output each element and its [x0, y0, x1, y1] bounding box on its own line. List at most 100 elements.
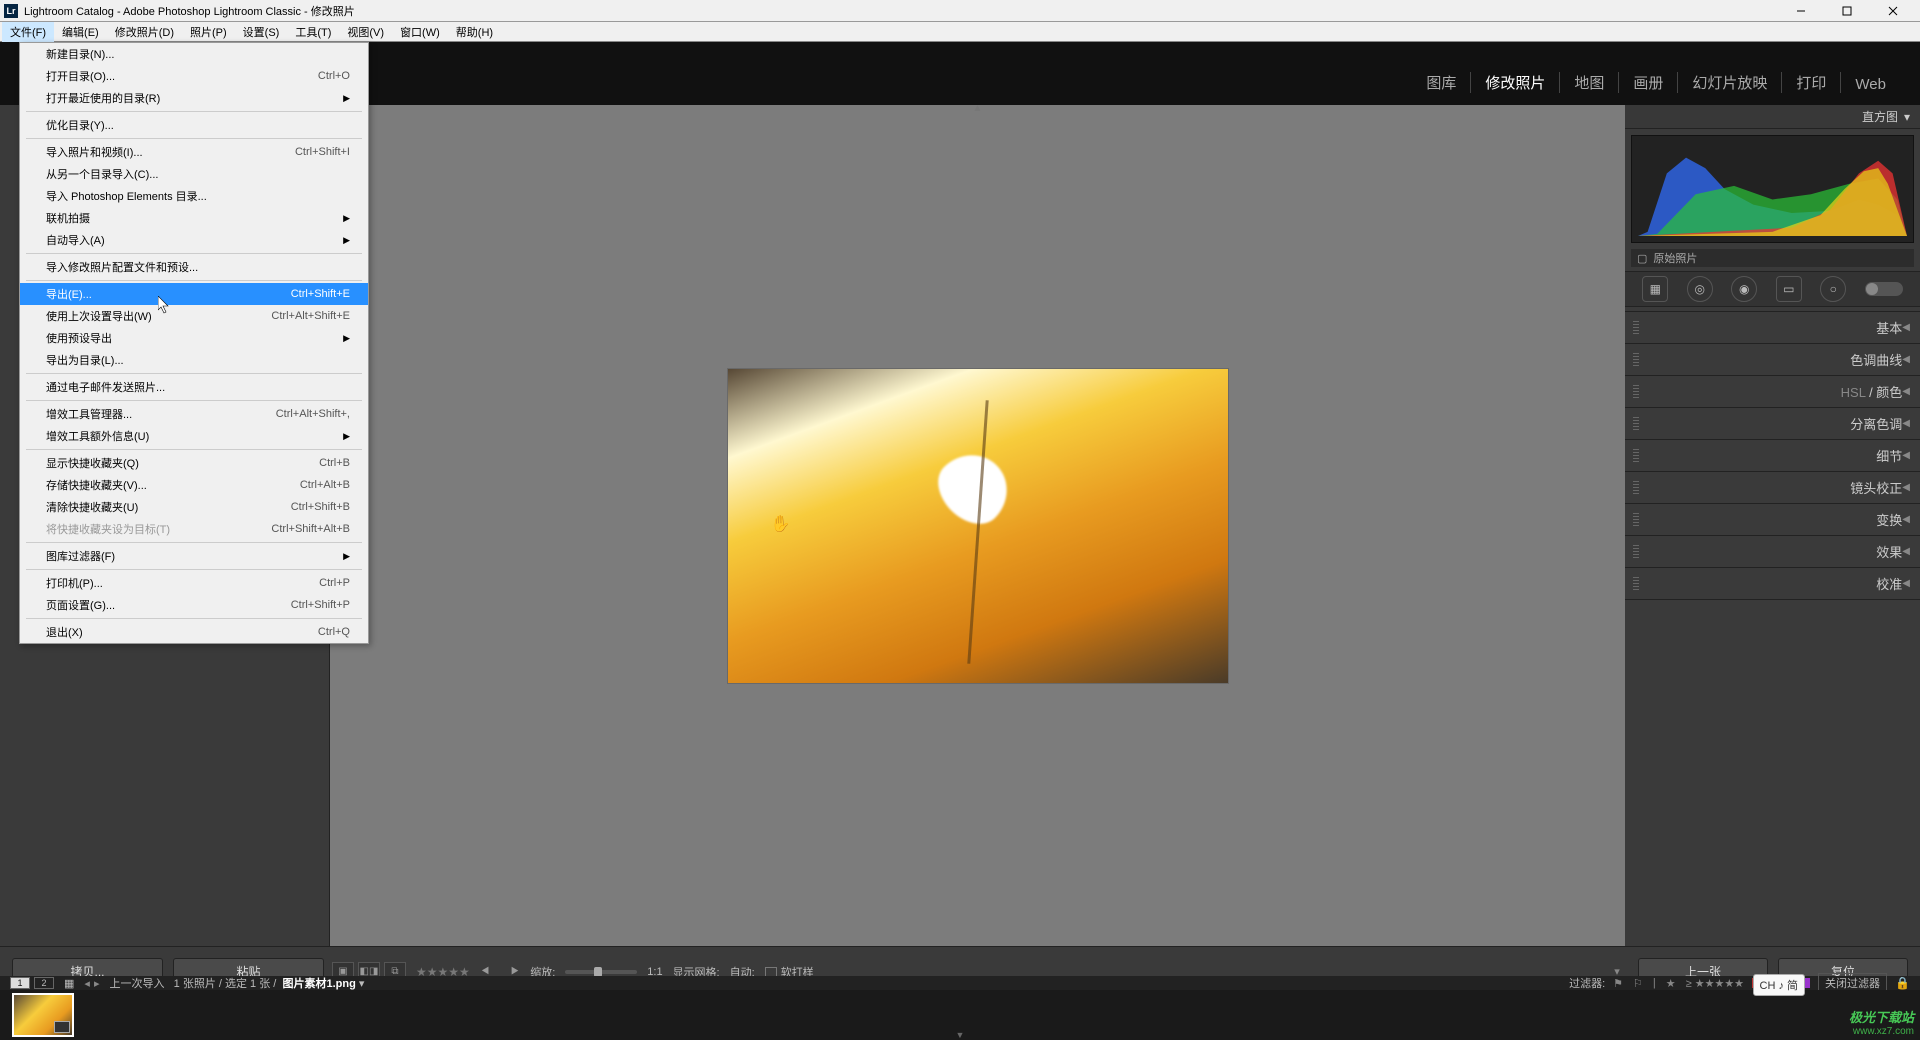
radial-tool-icon[interactable]: ○: [1820, 276, 1846, 302]
lock-icon[interactable]: 🔒: [1895, 976, 1910, 990]
file-menu-item[interactable]: 打印机(P)...Ctrl+P: [20, 572, 368, 594]
window-title: Lightroom Catalog - Adobe Photoshop Ligh…: [24, 3, 1778, 19]
menu-照片(P)[interactable]: 照片(P): [182, 22, 235, 42]
filmstrip[interactable]: ▼: [0, 990, 1920, 1040]
app-icon: Lr: [4, 4, 18, 18]
forward-arrow-icon[interactable]: ▸: [94, 977, 100, 990]
minimize-button[interactable]: [1778, 0, 1824, 22]
screen-2[interactable]: 2: [34, 977, 54, 989]
menu-设置(S)[interactable]: 设置(S): [235, 22, 288, 42]
watermark-url: www.xz7.com: [1849, 1026, 1914, 1038]
redeye-tool-icon[interactable]: ◉: [1731, 276, 1757, 302]
menu-窗口(W)[interactable]: 窗口(W): [392, 22, 448, 42]
star-filter-icon[interactable]: ★: [1666, 977, 1676, 990]
menu-编辑(E)[interactable]: 编辑(E): [54, 22, 107, 42]
maximize-button[interactable]: [1824, 0, 1870, 22]
gradient-tool-icon[interactable]: ▭: [1776, 276, 1802, 302]
develop-section[interactable]: 变换◀: [1625, 504, 1920, 536]
file-menu-item[interactable]: 联机拍摄▶: [20, 207, 368, 229]
file-menu-item[interactable]: 使用预设导出▶: [20, 327, 368, 349]
menu-工具(T)[interactable]: 工具(T): [287, 22, 339, 42]
preview-image[interactable]: ✋: [728, 369, 1228, 683]
histogram-title: 直方图: [1862, 108, 1898, 125]
file-menu-item[interactable]: 导出为目录(L)...: [20, 349, 368, 371]
file-menu-item[interactable]: 清除快捷收藏夹(U)Ctrl+Shift+B: [20, 496, 368, 518]
module-画册[interactable]: 画册: [1619, 72, 1678, 93]
develop-section[interactable]: 效果◀: [1625, 536, 1920, 568]
develop-section[interactable]: 镜头校正◀: [1625, 472, 1920, 504]
menu-修改照片(D)[interactable]: 修改照片(D): [107, 22, 182, 42]
window-controls: [1778, 0, 1916, 22]
watermark: 极光下载站 www.xz7.com: [1849, 1010, 1914, 1038]
zoom-slider[interactable]: [565, 970, 637, 974]
flag-pick-icon[interactable]: ⚑: [1613, 977, 1623, 990]
module-地图[interactable]: 地图: [1560, 72, 1619, 93]
crumb-counts: 1 张照片 / 选定 1 张 /: [174, 978, 277, 990]
module-Web[interactable]: Web: [1841, 76, 1900, 93]
menu-视图(V)[interactable]: 视图(V): [339, 22, 392, 42]
file-menu-item[interactable]: 存储快捷收藏夹(V)...Ctrl+Alt+B: [20, 474, 368, 496]
watermark-brand: 极光下载站: [1849, 1010, 1914, 1026]
history-arrows: ◂ ▸: [84, 977, 99, 990]
tool-strip: ▦ ◎ ◉ ▭ ○: [1625, 271, 1920, 307]
file-menu-item[interactable]: 通过电子邮件发送照片...: [20, 376, 368, 398]
file-menu-item[interactable]: 使用上次设置导出(W)Ctrl+Alt+Shift+E: [20, 305, 368, 327]
file-menu-item[interactable]: 页面设置(G)...Ctrl+Shift+P: [20, 594, 368, 616]
breadcrumb[interactable]: 上一次导入 1 张照片 / 选定 1 张 / 图片素材1.png ▾: [109, 975, 364, 991]
grid-toggle-icon[interactable]: ▦: [64, 977, 74, 990]
tool-switch[interactable]: [1865, 282, 1903, 296]
develop-section[interactable]: HSL / 颜色◀: [1625, 376, 1920, 408]
filter-rating-icons[interactable]: ⚑ ⚐ | ★ ≥ ★★★★★: [1613, 977, 1744, 990]
file-menu-item[interactable]: 自动导入(A)▶: [20, 229, 368, 251]
file-menu-dropdown: 新建目录(N)...打开目录(O)...Ctrl+O打开最近使用的目录(R)▶ 优…: [19, 42, 369, 644]
file-menu-item[interactable]: 导入 Photoshop Elements 目录...: [20, 185, 368, 207]
file-menu-item[interactable]: 打开目录(O)...Ctrl+O: [20, 65, 368, 87]
menu-帮助(H)[interactable]: 帮助(H): [448, 22, 501, 42]
back-arrow-icon[interactable]: ◂: [84, 977, 90, 990]
crumb-collection: 上一次导入: [109, 978, 164, 990]
module-幻灯片放映[interactable]: 幻灯片放映: [1678, 72, 1782, 93]
filmstrip-thumb[interactable]: [12, 993, 74, 1037]
module-图库[interactable]: 图库: [1412, 72, 1471, 93]
filter-label: 过滤器:: [1569, 975, 1605, 991]
file-menu-item[interactable]: 显示快捷收藏夹(Q)Ctrl+B: [20, 452, 368, 474]
canvas[interactable]: ▲ ✋: [330, 105, 1625, 946]
crop-tool-icon[interactable]: ▦: [1642, 276, 1668, 302]
panel-collapse-top-icon[interactable]: ▲: [973, 103, 983, 114]
develop-section[interactable]: 色调曲线◀: [1625, 344, 1920, 376]
file-menu-item[interactable]: 导入照片和视频(I)...Ctrl+Shift+I: [20, 141, 368, 163]
develop-section[interactable]: 分离色调◀: [1625, 408, 1920, 440]
file-menu-item[interactable]: 导入修改照片配置文件和预设...: [20, 256, 368, 278]
develop-section[interactable]: 基本◀: [1625, 312, 1920, 344]
close-button[interactable]: [1870, 0, 1916, 22]
module-打印[interactable]: 打印: [1782, 72, 1841, 93]
menu-bar: 文件(F)编辑(E)修改照片(D)照片(P)设置(S)工具(T)视图(V)窗口(…: [0, 22, 1920, 42]
develop-sections: 基本◀色调曲线◀HSL / 颜色◀分离色调◀细节◀镜头校正◀变换◀效果◀校准◀: [1625, 311, 1920, 600]
file-menu-item[interactable]: 图库过滤器(F)▶: [20, 545, 368, 567]
file-menu-item[interactable]: 打开最近使用的目录(R)▶: [20, 87, 368, 109]
chevron-down-icon: ▾: [1904, 110, 1910, 124]
file-menu-item[interactable]: 导出(E)...Ctrl+Shift+E: [20, 283, 368, 305]
file-menu-item[interactable]: 优化目录(Y)...: [20, 114, 368, 136]
filmstrip-area: 1 2 ▦ ◂ ▸ 上一次导入 1 张照片 / 选定 1 张 / 图片素材1.p…: [0, 996, 1920, 1040]
menu-文件(F)[interactable]: 文件(F): [2, 22, 54, 42]
file-menu-item[interactable]: 新建目录(N)...: [20, 43, 368, 65]
screen-1[interactable]: 1: [10, 977, 30, 989]
develop-section[interactable]: 细节◀: [1625, 440, 1920, 472]
module-修改照片[interactable]: 修改照片: [1471, 72, 1560, 93]
screen-switcher: 1 2: [10, 977, 54, 989]
spot-tool-icon[interactable]: ◎: [1687, 276, 1713, 302]
histogram[interactable]: [1631, 135, 1914, 243]
ime-badge: CH ♪ 简: [1753, 974, 1806, 996]
histogram-footer: ▢ 原始照片: [1631, 249, 1914, 267]
panel-collapse-bottom-icon[interactable]: ▼: [956, 1030, 965, 1040]
develop-section[interactable]: 校准◀: [1625, 568, 1920, 600]
flag-reject-icon[interactable]: ⚐: [1633, 977, 1643, 990]
file-menu-item[interactable]: 从另一个目录导入(C)...: [20, 163, 368, 185]
file-menu-item[interactable]: 退出(X)Ctrl+Q: [20, 621, 368, 643]
crumb-filename: 图片素材1.png: [282, 978, 355, 990]
histogram-header[interactable]: 直方图 ▾: [1625, 105, 1920, 129]
square-icon: ▢: [1637, 252, 1647, 265]
file-menu-item[interactable]: 增效工具管理器...Ctrl+Alt+Shift+,: [20, 403, 368, 425]
file-menu-item[interactable]: 增效工具额外信息(U)▶: [20, 425, 368, 447]
